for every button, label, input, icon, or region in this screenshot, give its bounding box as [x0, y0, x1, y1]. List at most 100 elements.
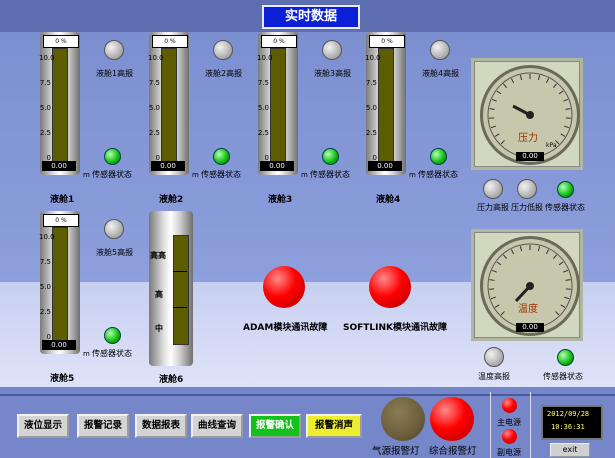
exit-button[interactable]: exit: [550, 443, 590, 457]
tank-level-tube: [161, 48, 177, 162]
tank-high-alarm-label: 液舱2高报: [205, 69, 243, 78]
temperature-gauge: 温度 0.00: [471, 229, 583, 341]
tank-sensor-lamp: [104, 327, 121, 344]
tank-percent-readout: 0 %: [43, 35, 79, 48]
tank-scale-label: 2.5: [365, 129, 377, 137]
temperature-gauge-dial-icon: [487, 243, 573, 329]
tank-scale-label: 10.0: [148, 54, 164, 62]
clock-time: 10:36:31: [551, 423, 585, 431]
tank-name: 液舱1: [50, 195, 75, 205]
pressure-sensor-label: 传感器状态: [545, 203, 585, 212]
clock-date: 2012/09/28: [547, 410, 590, 418]
tank-name: 液舱3: [268, 195, 293, 205]
tank-unit: m: [83, 350, 90, 358]
tank-sensor-lamp: [213, 148, 230, 165]
tank-sensor-lamp: [104, 148, 121, 165]
tank-scale-label: 0: [46, 333, 51, 341]
temperature-gauge-face: 温度 0.00: [480, 236, 580, 336]
tank-high-alarm-lamp: [104, 40, 124, 60]
tank-percent-readout: 0 %: [369, 35, 405, 48]
alarm-confirm-button[interactable]: 报警确认: [249, 414, 301, 438]
tank6-mark: [173, 307, 187, 308]
tank-scale-label: 5.0: [257, 104, 269, 112]
tank-level-tube: [52, 227, 68, 341]
tank-high-alarm-label: 液舱1高报: [96, 69, 134, 78]
tank-scale-label: 7.5: [365, 79, 377, 87]
tank-scale-label: 10.0: [257, 54, 273, 62]
curve-query-button[interactable]: 曲线查询: [191, 414, 243, 438]
tank-unit: m: [409, 171, 416, 179]
tank-percent-readout: 0 %: [152, 35, 188, 48]
tank-scale-label: 0: [46, 154, 51, 162]
tank-scale-label: 7.5: [39, 258, 51, 266]
tank-level-tube: [52, 48, 68, 162]
temperature-high-label: 温度高报: [478, 372, 510, 381]
tank-level-readout: 0.00: [42, 340, 76, 350]
tank-sensor-label: 传感器状态: [418, 170, 458, 179]
tank6-mark: [173, 271, 187, 272]
temperature-gauge-readout: 0.00: [516, 323, 544, 332]
tank-scale-label: 5.0: [39, 104, 51, 112]
tank-high-alarm-label: 液舱5高报: [96, 248, 134, 257]
tank-scale-label: 7.5: [148, 79, 160, 87]
adam-fault-label: ADAM模块通讯故障: [243, 323, 328, 333]
pressure-high-label: 压力高报: [477, 203, 509, 212]
pressure-gauge-readout: 0.00: [516, 152, 544, 161]
level-display-button[interactable]: 液位显示: [17, 414, 69, 438]
gas-alarm-label: 气源报警灯: [372, 446, 420, 457]
tank-scale-label: 2.5: [257, 129, 269, 137]
data-report-button[interactable]: 数据报表: [135, 414, 187, 438]
tank-scale-label: 5.0: [148, 104, 160, 112]
tank-level-readout: 0.00: [368, 161, 402, 171]
tank-percent-readout: 0 %: [261, 35, 297, 48]
tank6-level-h: 高: [155, 290, 163, 299]
tank-unit: m: [301, 171, 308, 179]
tank-scale-label: 5.0: [365, 104, 377, 112]
tank-scale-label: 0: [372, 154, 377, 162]
tank-high-alarm-lamp: [213, 40, 233, 60]
backup-power-lamp: [502, 429, 517, 444]
tank-scale-label: 0: [155, 154, 160, 162]
tank6-level-m: 中: [155, 324, 163, 333]
pressure-high-lamp: [483, 179, 503, 199]
divider: [530, 392, 531, 458]
temperature-high-lamp: [484, 347, 504, 367]
tank-scale-label: 10.0: [365, 54, 381, 62]
pressure-gauge-face: 压力 kPa 0.00: [480, 65, 580, 165]
tank-level-tube: [270, 48, 286, 162]
tank-name: 液舱4: [376, 195, 401, 205]
tank-scale-label: 2.5: [148, 129, 160, 137]
tank-sensor-lamp: [430, 148, 447, 165]
tank-high-alarm-lamp: [322, 40, 342, 60]
pressure-gauge-dial-icon: [487, 72, 573, 158]
tank-level-readout: 0.00: [151, 161, 185, 171]
general-alarm-lamp: [430, 397, 474, 441]
alarm-silence-button[interactable]: 报警消声: [306, 414, 362, 438]
tank-high-alarm-lamp: [430, 40, 450, 60]
pressure-low-label: 压力低报: [511, 203, 543, 212]
temperature-sensor-lamp: [557, 349, 574, 366]
softlink-fault-label: SOFTLINK模块通讯故障: [343, 323, 448, 333]
tank-scale-label: 0: [264, 154, 269, 162]
alarm-record-button[interactable]: 报警记录: [77, 414, 129, 438]
tank-scale-label: 5.0: [39, 283, 51, 291]
temperature-gauge-label: 温度: [518, 304, 538, 315]
tank6-level-hh: 高高: [150, 251, 166, 260]
tank-sensor-label: 传感器状态: [201, 170, 241, 179]
clock-display: 2012/09/28 10:36:31: [541, 405, 603, 440]
tank6-tube: [173, 235, 189, 345]
tank6-body: 高高 高 中: [149, 211, 193, 366]
divider: [490, 392, 491, 458]
tank-sensor-lamp: [322, 148, 339, 165]
tank-name: 液舱2: [159, 195, 184, 205]
gas-alarm-lamp: [381, 397, 425, 441]
tank-unit: m: [192, 171, 199, 179]
pressure-sensor-lamp: [557, 181, 574, 198]
pressure-gauge-label: 压力: [518, 133, 538, 144]
tank-sensor-label: 传感器状态: [92, 170, 132, 179]
pressure-gauge: 压力 kPa 0.00: [471, 58, 583, 170]
tank-scale-label: 2.5: [39, 308, 51, 316]
temperature-sensor-label: 传感器状态: [543, 372, 583, 381]
tank-scale-label: 10.0: [39, 233, 55, 241]
tank-level-tube: [378, 48, 394, 162]
